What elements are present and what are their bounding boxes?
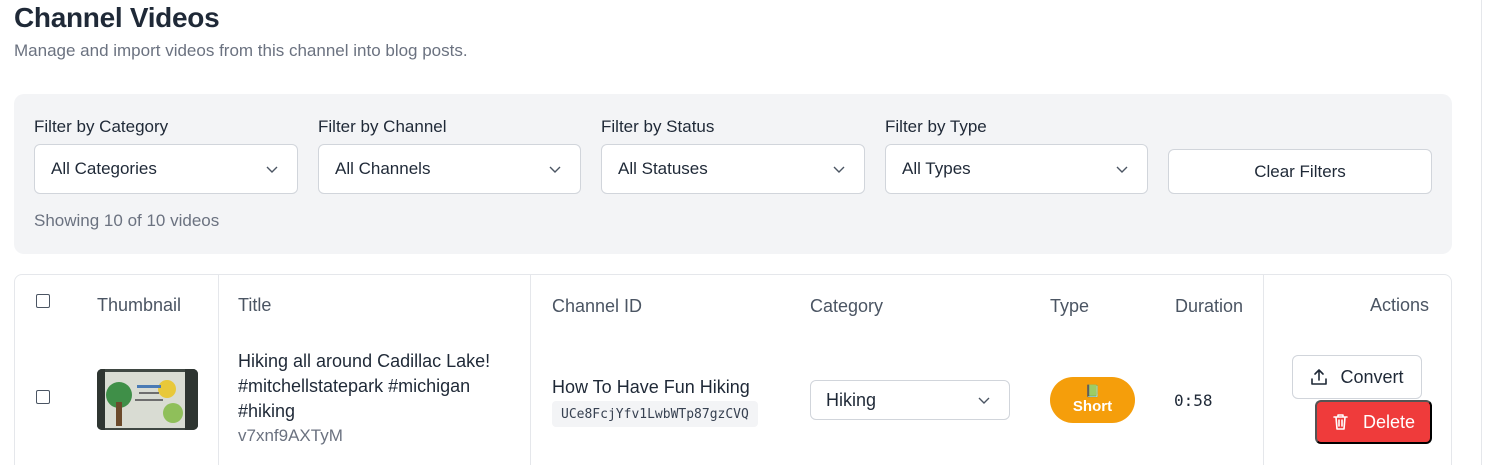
select-all-checkbox[interactable]	[36, 294, 50, 308]
row-category-value: Hiking	[826, 389, 877, 410]
filter-status-select[interactable]: All Statuses	[601, 144, 865, 194]
filter-channel-value: All Channels	[335, 159, 431, 178]
filter-panel: Filter by Category All Categories Filter…	[14, 94, 1452, 254]
video-duration: 0:58	[1174, 391, 1213, 410]
column-header-type: Type	[1050, 296, 1090, 316]
filter-channel-select[interactable]: All Channels	[318, 144, 581, 194]
filter-type-value: All Types	[902, 159, 971, 178]
row-category-select[interactable]: Hiking	[810, 380, 1010, 420]
convert-label: Convert	[1340, 366, 1404, 387]
short-emoji-icon: 📗	[1085, 384, 1100, 398]
column-header-thumbnail: Thumbnail	[97, 295, 182, 315]
chevron-down-icon	[1116, 166, 1128, 173]
type-badge-label: Short	[1072, 398, 1113, 415]
video-count-text: Showing 10 of 10 videos	[34, 211, 220, 230]
delete-button[interactable]: Delete	[1315, 400, 1432, 444]
upload-icon	[1311, 369, 1328, 385]
delete-label: Delete	[1362, 411, 1416, 432]
channel-name: How To Have Fun Hiking	[552, 377, 750, 397]
filter-category-value: All Categories	[51, 159, 157, 178]
thumbnail-image	[97, 369, 198, 430]
filter-type-label: Filter by Type	[885, 117, 987, 136]
row-select-checkbox[interactable]	[36, 390, 50, 404]
filter-category-select[interactable]: All Categories	[34, 144, 298, 194]
video-thumbnail[interactable]	[97, 369, 198, 430]
chevron-down-icon	[266, 166, 278, 173]
column-divider	[1263, 275, 1264, 465]
chevron-down-icon	[549, 166, 561, 173]
chevron-down-icon	[978, 397, 990, 404]
page-subtitle: Manage and import videos from this chann…	[14, 41, 468, 60]
column-header-title: Title	[238, 295, 272, 315]
video-title: Hiking all around Cadillac Lake! #mitche…	[238, 351, 491, 421]
column-divider	[218, 275, 219, 465]
channel-id-code: UCe8FcjYfv1LwbWTp87gzCVQ	[552, 401, 758, 427]
filter-status-label: Filter by Status	[601, 117, 715, 136]
trash-icon	[1333, 414, 1348, 430]
column-header-channel-id: Channel ID	[552, 296, 643, 316]
column-header-actions: Actions	[1370, 295, 1430, 315]
type-badge-short: 📗 Short	[1050, 377, 1135, 423]
convert-button[interactable]: Convert	[1292, 355, 1422, 399]
column-divider	[530, 275, 531, 465]
videos-table: Thumbnail Title Channel ID Category Type…	[14, 274, 1452, 465]
chevron-down-icon	[833, 166, 845, 173]
clear-filters-button[interactable]: Clear Filters	[1168, 149, 1432, 194]
column-header-category: Category	[810, 296, 884, 316]
column-header-duration: Duration	[1175, 296, 1244, 316]
filter-channel-label: Filter by Channel	[318, 117, 447, 136]
page-title: Channel Videos	[14, 2, 220, 33]
scroll-edge-divider	[1481, 0, 1482, 465]
filter-status-value: All Statuses	[618, 159, 708, 178]
filter-category-label: Filter by Category	[34, 117, 169, 136]
video-id: v7xnf9AXTyM	[238, 426, 343, 445]
filter-type-select[interactable]: All Types	[885, 144, 1148, 194]
